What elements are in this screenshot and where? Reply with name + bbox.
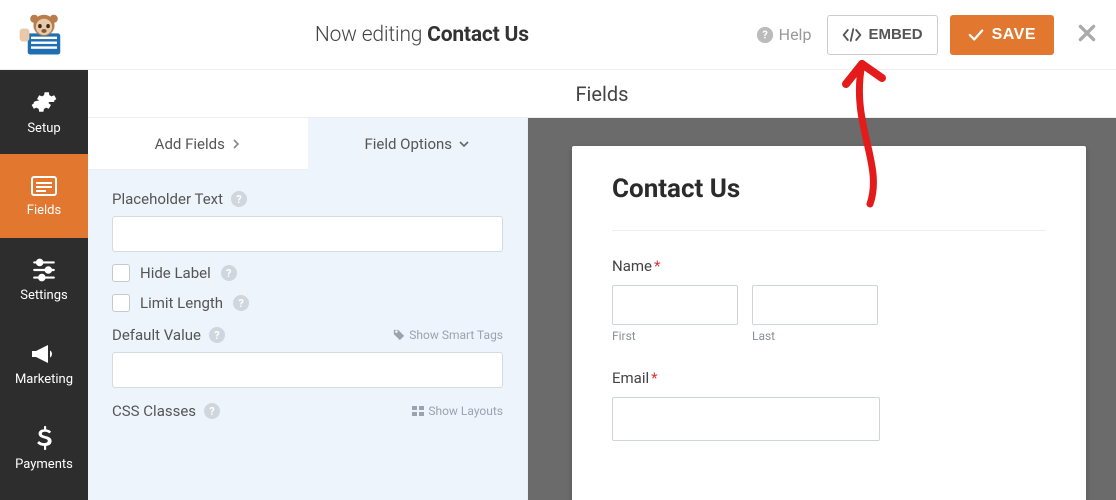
sidebar-item-setup[interactable]: Setup	[0, 70, 88, 154]
tag-icon	[393, 329, 405, 341]
preview-title: Contact Us	[612, 174, 1046, 231]
save-button[interactable]: SAVE	[950, 15, 1054, 55]
svg-text:?: ?	[762, 28, 767, 41]
sliders-icon	[31, 258, 57, 282]
help-icon: ?	[756, 26, 774, 44]
default-value-label: Default Value	[112, 326, 201, 344]
app-logo	[0, 9, 88, 61]
check-icon	[968, 28, 984, 42]
chevron-down-icon	[458, 139, 470, 149]
grid-icon	[412, 406, 424, 416]
sidebar-item-label: Setup	[27, 121, 60, 136]
preview-name-label: Name	[612, 257, 652, 275]
preview-last-input[interactable]	[752, 285, 878, 325]
preview-email-input[interactable]	[612, 397, 880, 441]
dollar-icon	[35, 425, 53, 451]
hide-label-checkbox[interactable]	[112, 264, 130, 282]
save-label: SAVE	[992, 26, 1036, 44]
sidebar-item-label: Marketing	[15, 372, 73, 387]
required-mark: *	[651, 369, 657, 387]
help-label: Help	[779, 25, 812, 44]
css-classes-label: CSS Classes	[112, 402, 196, 420]
tab-label: Field Options	[364, 135, 452, 153]
help-icon[interactable]: ?	[209, 327, 225, 343]
form-icon	[31, 175, 57, 197]
show-layouts-link[interactable]: Show Layouts	[412, 404, 503, 418]
help-icon[interactable]: ?	[231, 191, 247, 207]
close-icon	[1076, 22, 1098, 44]
required-mark: *	[654, 257, 660, 275]
tab-add-fields[interactable]: Add Fields	[88, 118, 308, 170]
sidebar-item-payments[interactable]: Payments	[0, 406, 88, 490]
form-preview: Contact Us Name* First	[572, 146, 1086, 500]
limit-length-checkbox[interactable]	[112, 294, 130, 312]
sidebar-item-label: Fields	[27, 203, 61, 218]
preview-name-field[interactable]: Name* First Last	[612, 257, 1046, 343]
sidebar-item-label: Payments	[15, 457, 73, 472]
tab-field-options[interactable]: Field Options	[308, 118, 528, 170]
placeholder-label: Placeholder Text ?	[112, 190, 503, 208]
placeholder-input[interactable]	[112, 216, 503, 252]
smart-tags-link[interactable]: Show Smart Tags	[393, 328, 503, 342]
help-icon[interactable]: ?	[233, 295, 249, 311]
sidebar-item-label: Settings	[20, 288, 67, 303]
section-title: Fields	[88, 70, 1116, 118]
embed-label: EMBED	[868, 26, 922, 43]
help-icon[interactable]: ?	[204, 403, 220, 419]
editing-prefix: Now editing	[315, 23, 427, 47]
limit-length-text: Limit Length	[140, 294, 223, 312]
preview-email-label: Email	[612, 369, 649, 387]
tab-label: Add Fields	[155, 135, 225, 153]
help-icon[interactable]: ?	[221, 265, 237, 281]
preview-first-input[interactable]	[612, 285, 738, 325]
chevron-right-icon	[231, 139, 241, 149]
sidebar-item-marketing[interactable]: Marketing	[0, 322, 88, 406]
close-button[interactable]	[1076, 22, 1098, 48]
preview-last-sub: Last	[752, 329, 878, 343]
editing-title: Now editing Contact Us	[88, 23, 756, 47]
embed-button[interactable]: EMBED	[827, 15, 937, 55]
default-value-input[interactable]	[112, 352, 503, 388]
preview-email-field[interactable]: Email*	[612, 369, 1046, 441]
gear-icon	[31, 89, 57, 115]
sidebar-item-settings[interactable]: Settings	[0, 238, 88, 322]
bullhorn-icon	[30, 342, 58, 366]
hide-label-text: Hide Label	[140, 264, 211, 282]
form-name: Contact Us	[427, 23, 529, 47]
sidebar-item-fields[interactable]: Fields	[0, 154, 88, 238]
code-icon	[842, 27, 862, 43]
preview-first-sub: First	[612, 329, 738, 343]
limit-length-row[interactable]: Limit Length ?	[112, 294, 503, 312]
help-link[interactable]: ? Help	[756, 25, 812, 44]
hide-label-row[interactable]: Hide Label ?	[112, 264, 503, 282]
